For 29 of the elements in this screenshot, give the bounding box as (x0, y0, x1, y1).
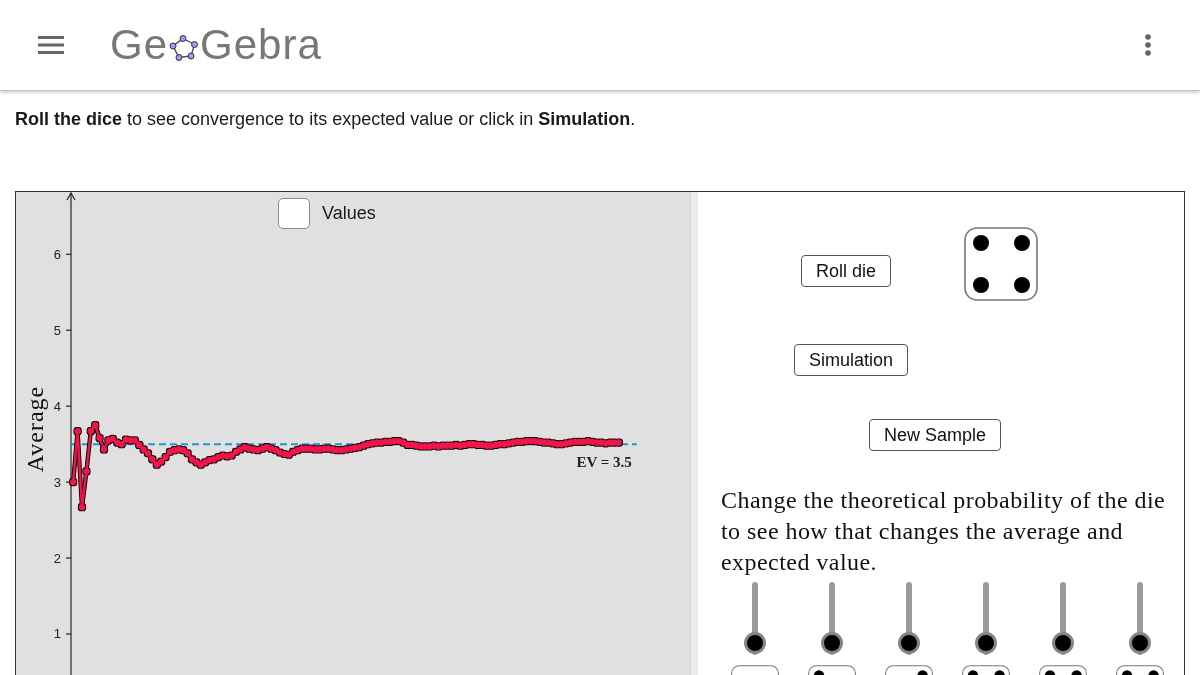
slider-thumb[interactable] (820, 631, 843, 654)
tick-label: 1 (53, 626, 61, 642)
checkbox-label: Values (322, 203, 376, 224)
slider-thumb[interactable] (974, 631, 997, 654)
slider-thumb[interactable] (1128, 631, 1151, 654)
app-button[interactable]: Roll die (801, 255, 892, 287)
tick-label: 4 (53, 398, 61, 414)
tick-label: 6 (53, 246, 61, 262)
tick-label: 3 (53, 474, 61, 490)
logo-text: Ge (110, 24, 169, 66)
values-checkbox[interactable] (278, 198, 310, 229)
app-button[interactable]: New Sample (869, 419, 1002, 451)
menu-button[interactable] (38, 36, 64, 54)
tick-label: 5 (53, 322, 61, 338)
app-button[interactable]: Simulation (794, 344, 909, 376)
pentagon-dots-icon (169, 35, 200, 61)
axis-title: Average (21, 385, 48, 473)
slider-thumb[interactable] (897, 631, 920, 654)
tick-label: 2 (53, 550, 61, 566)
die-face-icon (964, 227, 1039, 301)
logo-text: Gebra (200, 24, 322, 66)
more-button[interactable] (1145, 34, 1151, 56)
ev-label: EV = 3.5 (576, 454, 632, 471)
slider-thumb[interactable] (1051, 631, 1074, 654)
description-text: Change the theoretical probability of the die to see how that changes the average and expected value. (721, 486, 1167, 577)
more-icon (1145, 34, 1151, 56)
slider-thumb[interactable] (743, 631, 766, 654)
instruction-text: Roll the dice to see convergence to its expected value or click in Simulation. (15, 109, 636, 129)
menu-icon (38, 36, 64, 54)
